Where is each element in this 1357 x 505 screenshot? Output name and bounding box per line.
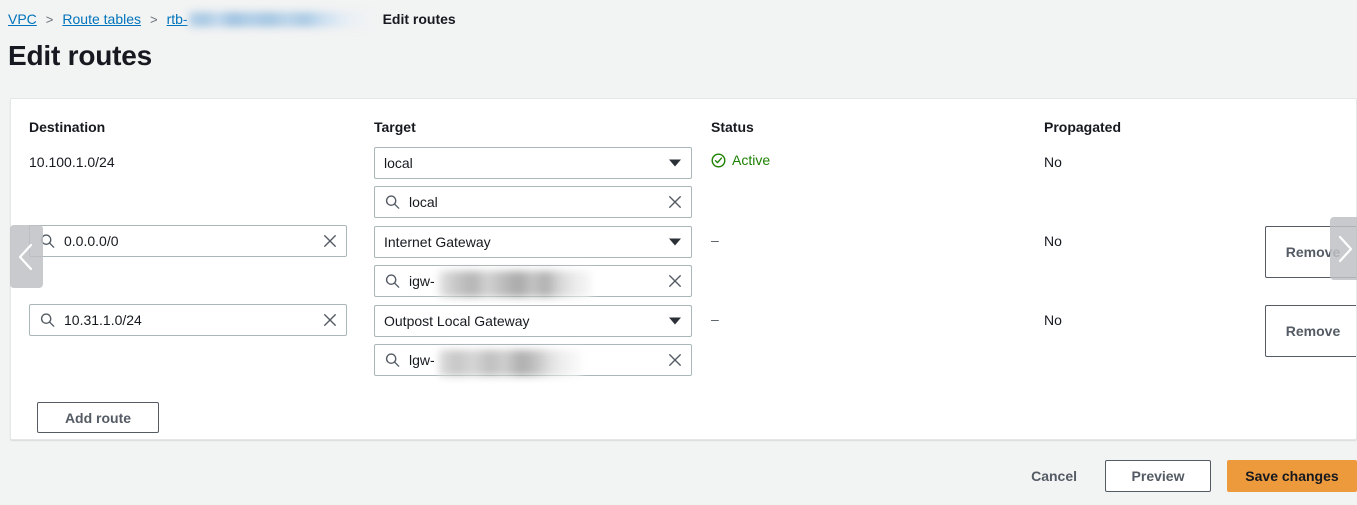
status-cell: – bbox=[711, 311, 1031, 327]
search-icon bbox=[385, 274, 400, 289]
propagated-value: No bbox=[1044, 311, 1244, 329]
cancel-button[interactable]: Cancel bbox=[1017, 460, 1091, 492]
clear-icon[interactable] bbox=[323, 234, 337, 248]
scroll-right-button[interactable] bbox=[1330, 217, 1357, 280]
propagated-value: No bbox=[1044, 232, 1244, 250]
breadcrumb-current: Edit routes bbox=[383, 11, 456, 27]
breadcrumb-link-route-table-id[interactable]: rtb- bbox=[167, 11, 371, 27]
target-search-value: local bbox=[409, 194, 438, 210]
clear-icon[interactable] bbox=[668, 195, 682, 209]
target-select-value: local bbox=[384, 155, 413, 171]
target-select-value: Outpost Local Gateway bbox=[384, 313, 530, 329]
clear-icon[interactable] bbox=[668, 274, 682, 288]
breadcrumb-separator: > bbox=[46, 12, 54, 27]
redacted-target-id bbox=[439, 350, 581, 376]
save-changes-button[interactable]: Save changes bbox=[1227, 460, 1357, 492]
clear-icon[interactable] bbox=[668, 353, 682, 367]
chevron-left-icon bbox=[17, 241, 37, 273]
page-title: Edit routes bbox=[8, 40, 1357, 72]
check-circle-icon bbox=[711, 153, 726, 168]
status-label: – bbox=[711, 311, 719, 327]
breadcrumb-link-route-tables[interactable]: Route tables bbox=[62, 11, 141, 27]
chevron-down-icon bbox=[669, 160, 681, 167]
add-route-button[interactable]: Add route bbox=[37, 402, 159, 433]
search-icon bbox=[385, 353, 400, 368]
target-select[interactable]: local bbox=[374, 147, 692, 179]
status-cell: Active bbox=[711, 152, 1031, 168]
destination-search-input[interactable]: 10.31.1.0/24 bbox=[29, 304, 347, 336]
column-header-destination: Destination bbox=[29, 119, 369, 135]
scroll-left-button[interactable] bbox=[10, 225, 43, 288]
column-header-status: Status bbox=[711, 119, 1031, 135]
target-select[interactable]: Internet Gateway bbox=[374, 226, 692, 258]
destination-search-input[interactable]: 0.0.0.0/0 bbox=[29, 225, 347, 257]
routes-table: Destination Target Status Propagated 10.… bbox=[11, 99, 1356, 439]
column-header-propagated: Propagated bbox=[1044, 119, 1244, 135]
target-select-cell: local local bbox=[374, 147, 694, 218]
remove-cell: Remove bbox=[1265, 305, 1357, 357]
chevron-down-icon bbox=[669, 318, 681, 325]
destination-value: 0.0.0.0/0 bbox=[64, 233, 119, 249]
target-search-value: lgw- bbox=[409, 352, 435, 368]
target-search-input[interactable]: lgw- bbox=[374, 344, 692, 376]
search-icon bbox=[385, 195, 400, 210]
breadcrumb-separator: > bbox=[150, 12, 158, 27]
target-select-cell: Internet Gateway igw- bbox=[374, 226, 694, 297]
clear-icon[interactable] bbox=[323, 313, 337, 327]
routes-card: Destination Target Status Propagated 10.… bbox=[10, 98, 1357, 440]
table-row: 10.100.1.0/24 bbox=[29, 153, 369, 171]
column-header-target: Target bbox=[374, 119, 694, 135]
target-select-cell: Outpost Local Gateway lgw- bbox=[374, 305, 694, 376]
status-badge: Active bbox=[711, 152, 1031, 168]
breadcrumb-link-vpc[interactable]: VPC bbox=[8, 11, 37, 27]
chevron-down-icon bbox=[669, 239, 681, 246]
search-icon bbox=[40, 313, 55, 328]
destination-value: 10.31.1.0/24 bbox=[64, 312, 142, 328]
chevron-right-icon bbox=[1334, 233, 1354, 265]
propagated-value: No bbox=[1044, 153, 1244, 171]
destination-cell: 10.31.1.0/24 bbox=[29, 304, 369, 336]
destination-cell: 0.0.0.0/0 bbox=[29, 225, 369, 257]
target-select-value: Internet Gateway bbox=[384, 234, 491, 250]
breadcrumb-rtb-prefix: rtb- bbox=[167, 11, 188, 27]
redacted-target-id bbox=[439, 271, 591, 297]
target-search-input[interactable]: local bbox=[374, 186, 692, 218]
status-label: – bbox=[711, 232, 719, 248]
target-select[interactable]: Outpost Local Gateway bbox=[374, 305, 692, 337]
target-search-input[interactable]: igw- bbox=[374, 265, 692, 297]
status-cell: – bbox=[711, 232, 1031, 248]
destination-value: 10.100.1.0/24 bbox=[29, 154, 115, 170]
preview-button[interactable]: Preview bbox=[1105, 460, 1211, 492]
redacted-route-table-id bbox=[189, 12, 371, 27]
target-search-value: igw- bbox=[409, 273, 435, 289]
breadcrumb: VPC > Route tables > rtb- Edit routes bbox=[0, 0, 1357, 30]
status-label: Active bbox=[732, 152, 770, 168]
remove-route-button[interactable]: Remove bbox=[1265, 305, 1357, 357]
footer-action-bar: Cancel Preview Save changes bbox=[0, 447, 1357, 505]
